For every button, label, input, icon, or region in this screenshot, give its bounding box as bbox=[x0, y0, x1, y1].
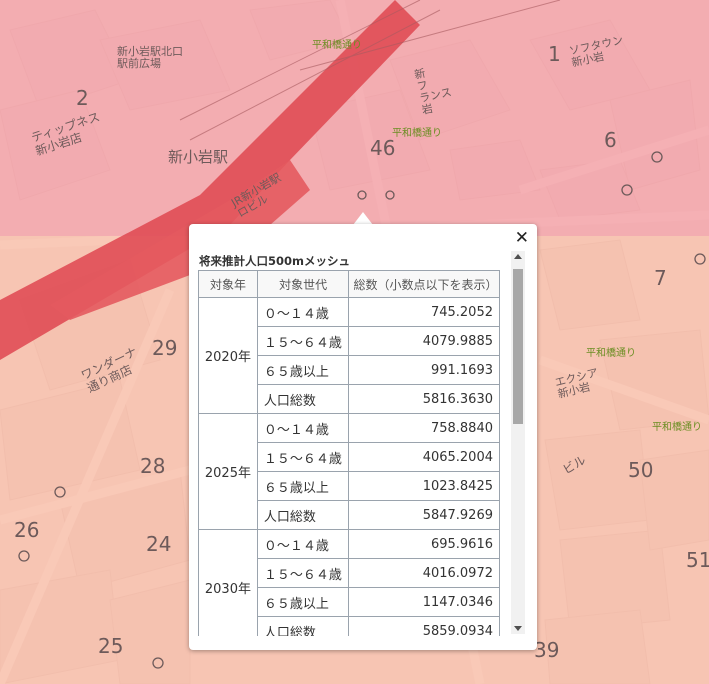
value-cell: 991.1693 bbox=[348, 355, 500, 385]
value-cell: 695.9616 bbox=[348, 529, 500, 559]
generation-cell: 人口総数 bbox=[256, 616, 350, 636]
popup-table-container[interactable]: 対象年 対象世代 総数（小数点以下を表示） 2020年 ０～１４歳 745.20… bbox=[198, 270, 500, 636]
generation-cell: １５～６４歳 bbox=[256, 442, 350, 472]
population-popup: ✕ 将来推計人口500mメッシュ 対象年 対象世代 総数（小数点以下を表示） 2… bbox=[189, 224, 537, 650]
header-generation: 対象世代 bbox=[256, 270, 350, 298]
population-table: 対象年 対象世代 総数（小数点以下を表示） 2020年 ０～１４歳 745.20… bbox=[198, 270, 500, 636]
generation-cell: 人口総数 bbox=[256, 384, 350, 414]
label-road-hiraeibashi-3: 平和橋通り bbox=[586, 348, 636, 359]
value-cell: 4016.0972 bbox=[348, 558, 500, 588]
close-icon[interactable]: ✕ bbox=[515, 228, 529, 248]
table-row: 2020年 ０～１４歳 745.2052 bbox=[198, 297, 500, 414]
generation-cell: ６５歳以上 bbox=[256, 471, 350, 501]
block-number-29: 29 bbox=[152, 336, 178, 360]
generation-cell: 人口総数 bbox=[256, 500, 350, 530]
generation-cell: ０～１４歳 bbox=[256, 413, 350, 443]
label-north-exit-plaza: 新小岩駅北口 駅前広場 bbox=[117, 45, 183, 70]
year-cell: 2025年 bbox=[198, 413, 258, 530]
block-number-39: 39 bbox=[534, 638, 560, 662]
year-cell: 2020年 bbox=[198, 297, 258, 414]
label-road-hiraeibashi-2: 平和橋通り bbox=[392, 128, 442, 139]
block-number-51: 51 bbox=[686, 548, 709, 572]
table-header-row: 対象年 対象世代 総数（小数点以下を表示） bbox=[198, 270, 500, 298]
generation-cell: ６５歳以上 bbox=[256, 355, 350, 385]
value-cell: 5816.3630 bbox=[348, 384, 500, 414]
block-number-46: 46 bbox=[370, 136, 396, 160]
value-cell: 5847.9269 bbox=[348, 500, 500, 530]
year-cell: 2030年 bbox=[198, 529, 258, 636]
generation-cell: １５～６４歳 bbox=[256, 326, 350, 356]
popup-title: 将来推計人口500mメッシュ bbox=[199, 254, 350, 268]
value-cell: 745.2052 bbox=[348, 297, 500, 327]
generation-cell: １５～６４歳 bbox=[256, 558, 350, 588]
value-cell: 4065.2004 bbox=[348, 442, 500, 472]
block-number-7: 7 bbox=[654, 266, 667, 290]
block-number-28: 28 bbox=[140, 454, 166, 478]
header-total: 総数（小数点以下を表示） bbox=[348, 270, 500, 298]
value-cell: 1147.0346 bbox=[348, 587, 500, 617]
block-number-24: 24 bbox=[146, 532, 172, 556]
table-row: 2025年 ０～１４歳 758.8840 bbox=[198, 413, 500, 530]
generation-cell: ６５歳以上 bbox=[256, 587, 350, 617]
block-number-50: 50 bbox=[628, 458, 654, 482]
label-road-hiraeibashi-4: 平和橋通り bbox=[652, 422, 702, 433]
scroll-up-arrow-icon[interactable] bbox=[514, 254, 522, 259]
value-cell: 1023.8425 bbox=[348, 471, 500, 501]
generation-cell: ０～１４歳 bbox=[256, 297, 350, 327]
block-number-6: 6 bbox=[604, 128, 617, 152]
label-road-hiraeibashi-1: 平和橋通り bbox=[312, 40, 362, 51]
popup-scrollbar[interactable] bbox=[511, 251, 525, 634]
value-cell: 5859.0934 bbox=[348, 616, 500, 636]
scroll-down-arrow-icon[interactable] bbox=[514, 626, 522, 631]
block-number-25: 25 bbox=[98, 634, 124, 658]
block-number-2: 2 bbox=[76, 86, 89, 110]
block-number-1: 1 bbox=[548, 42, 561, 66]
header-year: 対象年 bbox=[198, 270, 258, 298]
block-number-26: 26 bbox=[14, 518, 40, 542]
label-station: 新小岩駅 bbox=[168, 148, 229, 166]
value-cell: 758.8840 bbox=[348, 413, 500, 443]
scroll-thumb[interactable] bbox=[513, 269, 523, 424]
table-row: 2030年 ０～１４歳 695.9616 bbox=[198, 529, 500, 636]
generation-cell: ０～１４歳 bbox=[256, 529, 350, 559]
value-cell: 4079.9885 bbox=[348, 326, 500, 356]
